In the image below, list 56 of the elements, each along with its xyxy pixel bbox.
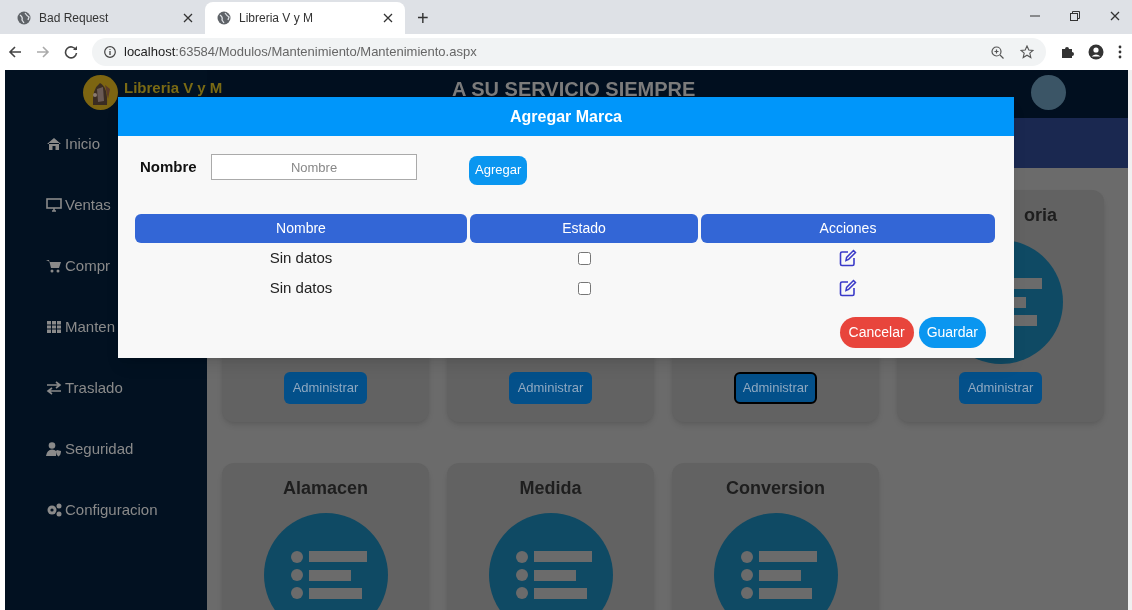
nav-icon (46, 380, 62, 396)
table-cell-text: Sin datos (269, 277, 333, 298)
zoom-icon[interactable] (991, 45, 1004, 59)
reload-icon[interactable] (64, 45, 78, 59)
administrar-button[interactable]: Administrar (958, 372, 1043, 404)
nav-icon (46, 502, 62, 518)
edit-icon[interactable] (839, 279, 857, 297)
nav-icon (46, 136, 62, 152)
new-tab-button[interactable]: + (417, 8, 429, 28)
nav-icon (46, 258, 62, 274)
globe-icon (17, 11, 31, 25)
card-title: Medida (519, 476, 582, 500)
close-icon[interactable] (1110, 11, 1120, 21)
close-icon[interactable] (183, 13, 193, 23)
star-icon[interactable] (1020, 45, 1034, 59)
browser-tab[interactable]: Libreria V y M (205, 2, 405, 34)
info-icon (104, 46, 116, 58)
account-icon[interactable] (1088, 44, 1104, 60)
field-label: Nombre (140, 156, 198, 177)
card-title: Alamacen (282, 476, 368, 500)
administrar-button[interactable]: Administrar (508, 372, 593, 404)
card-title: oria (1024, 203, 1057, 227)
column-header: Nombre (135, 214, 467, 243)
edit-icon[interactable] (839, 249, 857, 267)
restore-icon[interactable] (1070, 11, 1080, 21)
name-input[interactable]: Nombre (211, 154, 417, 180)
sidebar-item[interactable]: Configuracion (46, 498, 207, 522)
administrar-button[interactable]: Administrar (733, 372, 818, 404)
sidebar-item[interactable]: Compr (46, 254, 207, 278)
nav-icon (46, 197, 62, 213)
sidebar-item[interactable]: Seguridad (46, 437, 207, 461)
nav-icon (46, 319, 62, 335)
back-icon[interactable] (8, 45, 22, 59)
brand-name: Libreria V y M (124, 78, 223, 98)
puzzle-icon[interactable] (1060, 45, 1074, 59)
sidebar-item[interactable]: Manten (46, 315, 207, 339)
status-checkbox[interactable] (577, 251, 591, 265)
nav-icon (46, 441, 62, 457)
status-checkbox[interactable] (577, 281, 591, 295)
card-title: Conversion (726, 476, 825, 500)
globe-icon (217, 11, 231, 25)
column-header: Acciones (701, 214, 995, 243)
sidebar-item[interactable]: Ventas (46, 193, 207, 217)
close-icon[interactable] (383, 13, 393, 23)
add-button[interactable]: Agregar (469, 155, 528, 185)
administrar-button[interactable]: Administrar (283, 372, 368, 404)
modal-title: Agregar Marca (118, 97, 1014, 136)
sidebar-item[interactable]: Traslado (46, 376, 207, 400)
address-bar[interactable]: localhost:63584/Modulos/Mantenimiento/Mantenimiento.aspx (92, 38, 1046, 66)
column-header: Estado (470, 214, 698, 243)
menu-icon[interactable] (1118, 45, 1122, 59)
url-text: localhost:63584/Modulos/Mantenimiento/Mantenimiento.aspx (124, 43, 477, 62)
avatar[interactable] (1031, 75, 1066, 110)
table-cell-text: Sin datos (269, 247, 333, 268)
save-button[interactable]: Guardar (918, 317, 986, 348)
cancel-button[interactable]: Cancelar (839, 317, 914, 348)
